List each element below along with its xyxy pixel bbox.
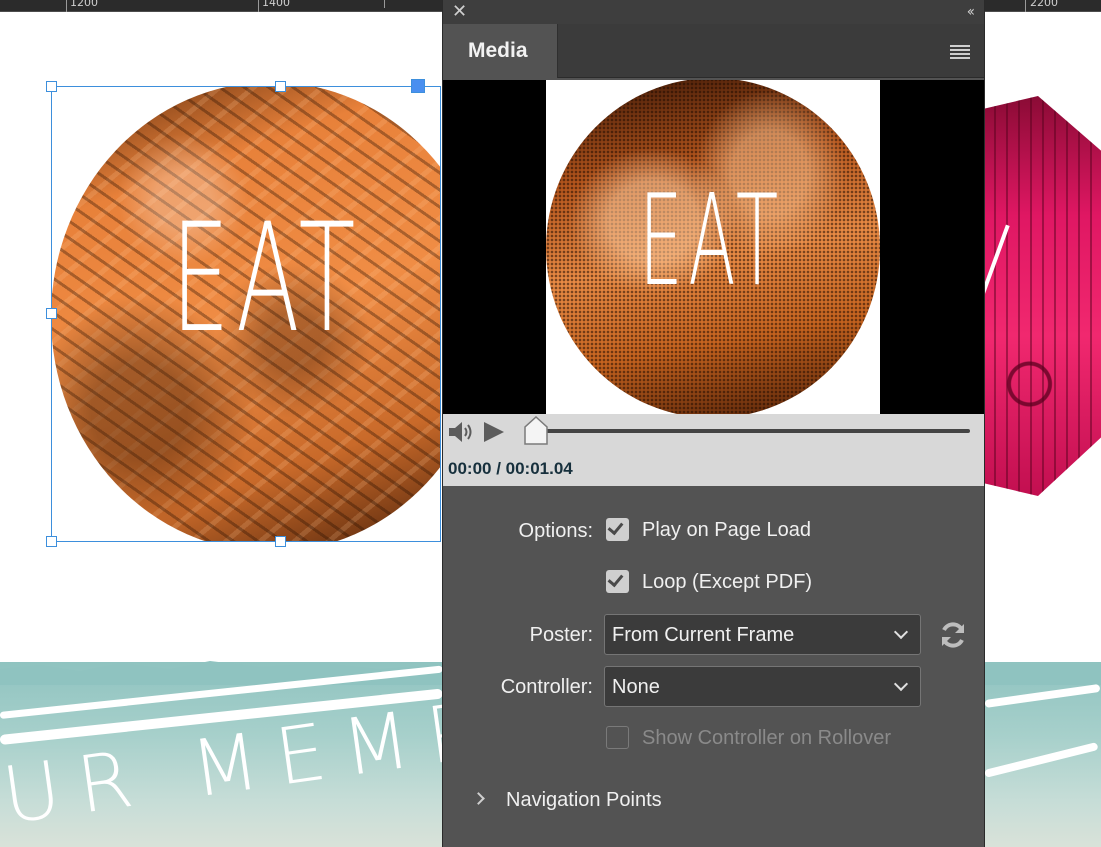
ruler-label: 1400 xyxy=(262,0,290,9)
poster-select-value: From Current Frame xyxy=(612,624,795,646)
ruler-label: 2200 xyxy=(1030,0,1058,9)
panel-menu-icon[interactable] xyxy=(950,45,970,59)
preview-frame-image: EAT xyxy=(546,80,880,414)
chevron-down-icon xyxy=(893,676,909,692)
refresh-icon[interactable] xyxy=(937,619,969,651)
show-controller-checkbox[interactable] xyxy=(606,726,629,749)
options-label: Options: xyxy=(518,520,593,542)
ruler-tick xyxy=(66,0,67,12)
panel-tab-bar: Media xyxy=(443,24,984,78)
chevron-down-icon xyxy=(893,624,909,640)
playhead-thumb[interactable] xyxy=(523,416,549,446)
checkmark-icon xyxy=(607,518,624,536)
playback-controller: 00:00 / 00:01.04 xyxy=(443,414,984,486)
scrub-bar[interactable] xyxy=(539,429,970,433)
chevron-right-icon[interactable] xyxy=(472,792,485,805)
checkmark-icon xyxy=(607,570,624,588)
poster-label: Poster: xyxy=(529,624,593,646)
timecode: 00:00 / 00:01.04 xyxy=(448,459,573,478)
controller-label: Controller: xyxy=(500,676,593,698)
double-chevron-left-icon[interactable]: ‹‹ xyxy=(967,2,975,22)
ruler-tick xyxy=(384,0,385,8)
navigation-points-toggle[interactable]: Navigation Points xyxy=(506,789,662,812)
controller-select[interactable]: None xyxy=(604,666,921,707)
eat-image-word: EAT xyxy=(171,192,362,366)
video-preview: EAT xyxy=(443,80,984,414)
ruler-tick xyxy=(258,0,259,12)
tab-media[interactable]: Media xyxy=(443,24,558,78)
media-panel: ✕ ‹‹ Media EAT 00:00 / 00:01.04 Options: xyxy=(442,0,985,847)
controller-select-value: None xyxy=(612,676,660,698)
ruler-label: 1200 xyxy=(70,0,98,9)
eat-image-frame[interactable]: EAT xyxy=(51,86,441,542)
loop-label[interactable]: Loop (Except PDF) xyxy=(642,571,812,594)
preview-eat-word: EAT xyxy=(639,167,784,314)
show-controller-label[interactable]: Show Controller on Rollover xyxy=(642,727,891,750)
poster-select[interactable]: From Current Frame xyxy=(604,614,921,655)
tab-media-label: Media xyxy=(468,39,528,62)
play-on-load-checkbox[interactable] xyxy=(606,518,629,541)
ruler-tick xyxy=(1025,0,1026,12)
loop-checkbox[interactable] xyxy=(606,570,629,593)
close-icon[interactable]: ✕ xyxy=(452,2,467,22)
speaker-icon[interactable] xyxy=(447,419,475,445)
play-on-load-label[interactable]: Play on Page Load xyxy=(642,519,811,542)
panel-titlebar[interactable]: ✕ ‹‹ xyxy=(443,0,984,24)
pink-bicycle-image[interactable] xyxy=(970,96,1101,496)
play-icon[interactable] xyxy=(484,422,504,442)
